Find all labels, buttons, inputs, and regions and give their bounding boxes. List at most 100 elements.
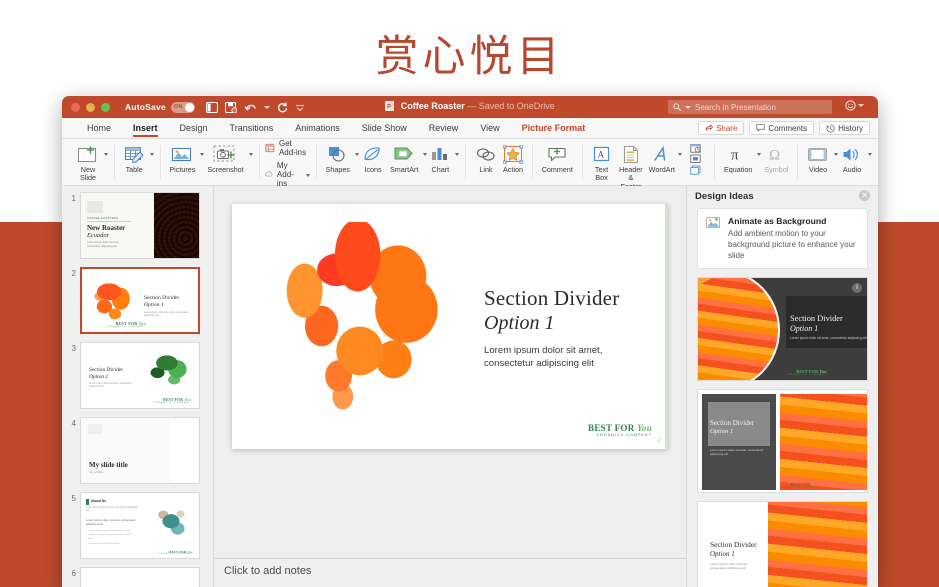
tab-animations[interactable]: Animations xyxy=(284,118,351,139)
slide-body-text[interactable]: Lorem ipsum dolor sit amet, consectetur … xyxy=(484,344,644,370)
header-footer-button[interactable]: Header & Footer xyxy=(615,142,648,192)
sidebar-toggle-icon[interactable] xyxy=(206,102,218,113)
window-titlebar: AutoSave ON xyxy=(62,96,878,118)
notes-pane[interactable]: Click to add notes xyxy=(214,558,686,587)
slide-number: 3 xyxy=(66,342,80,353)
slide-title[interactable]: Section Divider xyxy=(484,286,619,311)
slide-thumbnail-canvas[interactable]: About Us Lorem ipsum dolor sit amet, con… xyxy=(80,492,200,559)
chart-label: Chart xyxy=(432,166,450,174)
audio-label: Audio xyxy=(843,166,861,174)
pictures-button[interactable]: Pictures xyxy=(166,142,198,175)
slide-editing-stage[interactable]: Section Divider Option 1 Lorem ipsum dol… xyxy=(214,186,686,587)
history-button[interactable]: History xyxy=(819,121,870,135)
design-idea-card-animate[interactable]: Animate as Background Add ambient motion… xyxy=(697,208,868,269)
slide-thumbnail-canvas[interactable]: COFFEE ROASTERS New Roaster Ecuador Lore… xyxy=(80,192,200,259)
design-idea-thumbnail-1[interactable]: Section Divider Option 1 Lorem ipsum dol… xyxy=(697,277,868,381)
action-button[interactable]: Action xyxy=(500,142,526,175)
slide-subtitle[interactable]: Option 1 xyxy=(484,312,555,335)
get-addins-label: Get Add-ins xyxy=(279,139,310,157)
slide-thumbnail-1[interactable]: 1 COFFEE ROASTERS New Roaster Ecuador Lo… xyxy=(62,192,213,267)
feedback-caret-icon[interactable] xyxy=(858,104,864,107)
ribbon-group-images: Pictures Screenshot xyxy=(160,142,258,184)
feedback-menu[interactable] xyxy=(845,100,864,111)
slide-artwork[interactable] xyxy=(258,222,470,430)
window-controls[interactable] xyxy=(71,103,110,112)
autosave-label: AutoSave xyxy=(125,102,166,112)
quick-access-toolbar[interactable] xyxy=(206,102,305,113)
slide-number: 5 xyxy=(66,492,80,503)
save-icon[interactable] xyxy=(225,102,237,113)
smartart-button[interactable]: SmartArt xyxy=(387,142,421,175)
minimize-window-button[interactable] xyxy=(86,103,95,112)
ribbon-tabs: Home Insert Design Transitions Animation… xyxy=(62,118,878,139)
comment-button[interactable]: Comment xyxy=(539,142,576,175)
tab-review[interactable]: Review xyxy=(418,118,470,139)
slide-thumbnail-2[interactable]: 2 Section Divider Option 1 Lorem ipsum d… xyxy=(62,267,213,342)
slide-thumbnail-3[interactable]: 3 Section Divider Option 2 Lorem ipsum d… xyxy=(62,342,213,417)
new-slide-button[interactable]: New Slide xyxy=(74,142,102,184)
icons-button[interactable]: Icons xyxy=(359,142,387,175)
design-ideas-pane[interactable]: Design Ideas ✕ Animate as Background Add… xyxy=(686,186,878,587)
close-window-button[interactable] xyxy=(71,103,80,112)
table-button[interactable]: Table xyxy=(121,142,148,175)
autosave-switch[interactable]: ON xyxy=(171,102,195,113)
slide-thumbnail-4[interactable]: 4 My slide title My subtitle xyxy=(62,417,213,492)
video-button[interactable]: Video xyxy=(804,142,832,175)
slide-thumbnail-canvas[interactable]: Section Divider Option 1 Lorem ipsum dol… xyxy=(80,267,200,334)
undo-caret-icon[interactable] xyxy=(264,106,270,109)
maximize-window-button[interactable] xyxy=(101,103,110,112)
undo-icon[interactable] xyxy=(244,102,257,113)
tab-view[interactable]: View xyxy=(469,118,510,139)
tab-insert[interactable]: Insert xyxy=(122,118,169,139)
text-box-button[interactable]: A Text Box xyxy=(589,142,615,184)
get-addins-button[interactable]: Get Add-ins xyxy=(265,139,310,157)
slide-thumbnail-canvas[interactable]: My slide title My subtitle xyxy=(80,417,200,484)
link-button[interactable]: Link xyxy=(472,142,500,175)
design-idea-info-icon[interactable]: i xyxy=(852,283,862,293)
table-caret-icon[interactable] xyxy=(150,153,154,156)
design-idea-thumbnail-2[interactable]: Section Divider Option 1 Lorem ipsum dol… xyxy=(697,389,868,493)
shapes-button[interactable]: Shapes xyxy=(323,142,353,175)
slide-thumbnail-5[interactable]: 5 About Us Lorem ipsum dolor sit amet, c… xyxy=(62,492,213,567)
audio-caret-icon[interactable] xyxy=(868,153,872,156)
slide-thumbnail-canvas[interactable] xyxy=(80,567,200,587)
search-dropdown-icon[interactable] xyxy=(685,106,691,109)
symbol-button[interactable]: Ω Symbol xyxy=(761,142,791,175)
comments-button[interactable]: Comments xyxy=(749,121,814,135)
chart-caret-icon[interactable] xyxy=(455,153,459,156)
my-addins-caret-icon[interactable] xyxy=(306,174,310,177)
overflow-icon[interactable] xyxy=(295,103,305,112)
design-idea-thumb-body: Lorem ipsum dolor sit amet, consectetur … xyxy=(710,562,762,571)
date-slidenumber-object-group[interactable] xyxy=(682,142,708,179)
screenshot-caret-icon[interactable] xyxy=(249,153,253,156)
powerpoint-window: AutoSave ON xyxy=(62,96,878,587)
my-addins-button[interactable]: My Add-ins xyxy=(265,161,310,188)
equation-icon: π xyxy=(728,143,748,165)
tab-picture-format[interactable]: Picture Format xyxy=(511,118,597,139)
close-icon[interactable]: ✕ xyxy=(859,190,870,201)
screenshot-label: Screenshot xyxy=(207,166,243,174)
tab-slide-show[interactable]: Slide Show xyxy=(351,118,418,139)
screenshot-button[interactable]: Screenshot xyxy=(204,142,246,175)
autosave-toggle[interactable]: AutoSave ON xyxy=(125,102,195,113)
tab-transitions[interactable]: Transitions xyxy=(219,118,285,139)
design-idea-thumb-subtitle: Option 1 xyxy=(710,550,735,558)
equation-button[interactable]: π Equation xyxy=(721,142,755,175)
tab-design[interactable]: Design xyxy=(169,118,219,139)
search-input[interactable]: Search in Presentation xyxy=(668,100,832,114)
wordart-button[interactable]: WordArt xyxy=(647,142,676,175)
smartart-icon xyxy=(393,143,415,165)
design-idea-thumbnail-3[interactable]: Section Divider Option 1 Lorem ipsum dol… xyxy=(697,501,868,587)
slide-thumbnail-canvas[interactable]: Section Divider Option 2 Lorem ipsum dol… xyxy=(80,342,200,409)
thumb-body: Lorem ipsum dolor sit amet, consectetur … xyxy=(144,311,192,318)
thumb-subtitle: My subtitle xyxy=(89,470,103,474)
current-slide[interactable]: Section Divider Option 1 Lorem ipsum dol… xyxy=(232,204,668,449)
redo-icon[interactable] xyxy=(277,102,288,113)
audio-button[interactable]: Audio xyxy=(838,142,866,175)
chart-button[interactable]: Chart xyxy=(427,142,453,175)
new-slide-caret-icon[interactable] xyxy=(104,153,108,156)
slide-thumbnail-6[interactable]: 6 xyxy=(62,567,213,587)
tab-home[interactable]: Home xyxy=(76,118,122,139)
slide-thumbnail-pane[interactable]: 1 COFFEE ROASTERS New Roaster Ecuador Lo… xyxy=(62,186,214,587)
share-button[interactable]: Share xyxy=(698,121,744,135)
